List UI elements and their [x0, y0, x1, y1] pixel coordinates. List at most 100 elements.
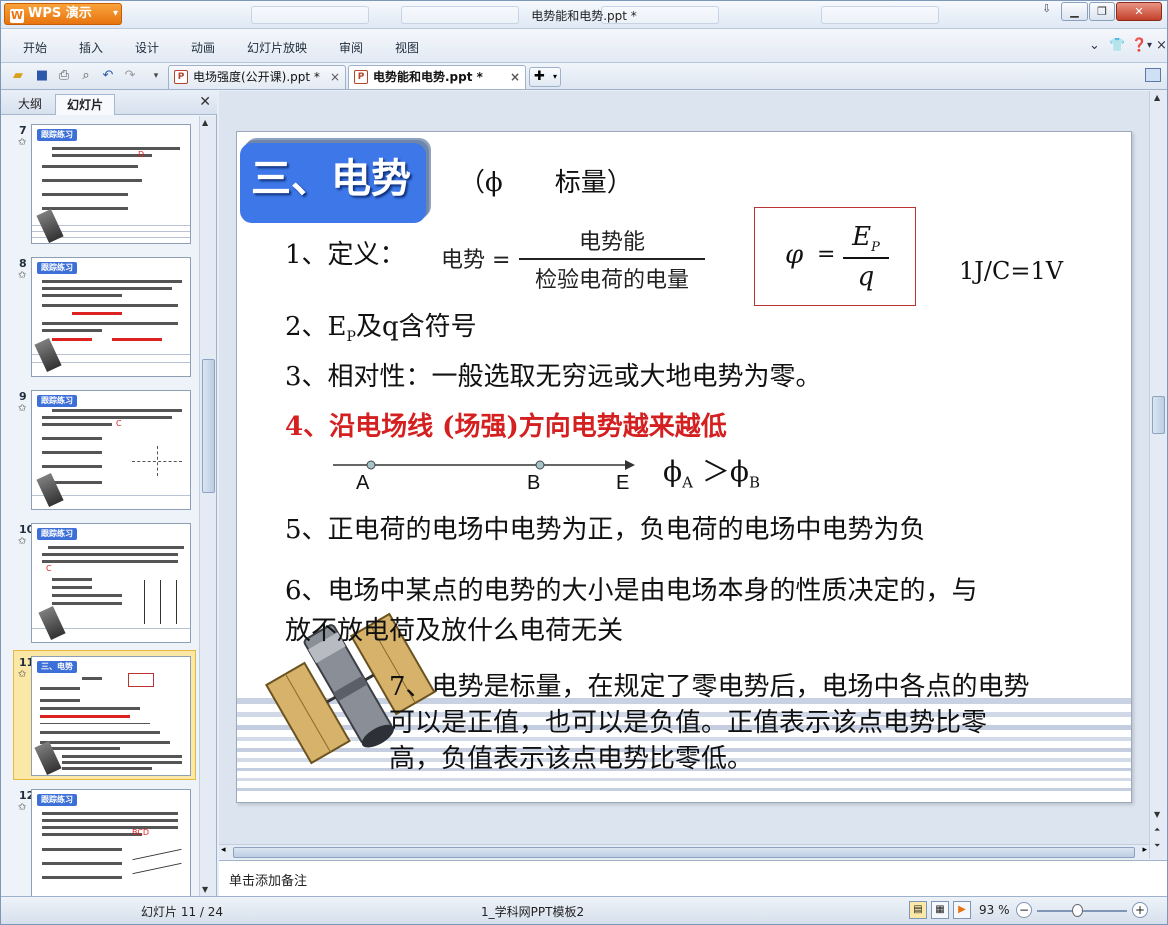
previous-slide-icon[interactable]: ⏶	[1154, 825, 1160, 835]
current-slide[interactable]: 三、电势 （ϕ 标量） 1、定义： 电势 = 电势能 检验电荷的电量 φ = E…	[236, 131, 1132, 803]
satellite-image	[38, 606, 66, 640]
text-line	[42, 165, 138, 168]
slide-thumbnail-row[interactable]: 9 ✩ 跟踪练习 C	[1, 382, 199, 514]
close-window-button[interactable]: ✕	[1116, 2, 1162, 21]
slide-thumbnail-row-selected[interactable]: 11 ✩ 三、电势	[1, 648, 199, 780]
tab-outline[interactable]: 大纲	[7, 94, 53, 115]
scrollbar-thumb[interactable]	[1152, 396, 1165, 434]
scrollbar-thumb[interactable]	[233, 847, 1135, 858]
thumbnail-answer: BCD	[132, 828, 150, 837]
menu-slideshow[interactable]: 幻灯片放映	[247, 39, 307, 56]
ribbon-close-icon[interactable]: ×	[1156, 38, 1167, 53]
menu-home[interactable]: 开始	[23, 39, 47, 56]
menu-animation[interactable]: 动画	[191, 39, 215, 56]
panel-strut	[326, 695, 337, 704]
slide-sorter-view-icon[interactable]: ▦	[931, 901, 949, 919]
phi-a: ϕ	[663, 455, 683, 488]
greater-than-phi: ＞ϕ	[692, 455, 749, 488]
zoom-slider-handle[interactable]	[1072, 904, 1083, 917]
help-icon[interactable]: ❓	[1131, 38, 1147, 53]
horizontal-scrollbar[interactable]: ◂ ▸	[219, 844, 1149, 859]
skin-shirt-icon[interactable]: 👕	[1109, 38, 1125, 53]
panel-tabs: 大纲 幻灯片 ✕	[1, 91, 217, 115]
undo-icon[interactable]: ↶	[99, 67, 117, 85]
slide-thumbnail[interactable]: 跟踪练习 C	[31, 523, 191, 643]
slide-thumbnail-row[interactable]: 7 ✩ 跟踪练习 D	[1, 116, 199, 248]
thumbnail-scrollbar[interactable]: ▲ ▼	[199, 116, 216, 896]
customize-toolbar-icon[interactable]: ▾	[147, 67, 165, 85]
slideshow-view-icon[interactable]: ▶	[953, 901, 971, 919]
scroll-right-icon[interactable]: ▸	[1142, 845, 1147, 855]
zoom-level[interactable]: 93 %	[979, 903, 1010, 917]
slide-thumbnail[interactable]: 跟踪练习 BCD	[31, 789, 191, 896]
slide-thumbnail[interactable]: 跟踪练习 D	[31, 124, 191, 244]
save-icon[interactable]: ■	[33, 67, 51, 85]
scrollbar-thumb[interactable]	[202, 359, 215, 493]
template-name: 1_学科网PPT模板2	[481, 905, 585, 919]
menu-view[interactable]: 视图	[395, 39, 419, 56]
satellite-image	[34, 338, 62, 372]
fraction-bar	[843, 257, 889, 259]
text-line	[42, 812, 178, 815]
pin-icon[interactable]: ⇩	[1042, 2, 1051, 15]
plus-icon: +	[1134, 903, 1146, 917]
maximize-button[interactable]: ❐	[1089, 2, 1115, 21]
menu-review[interactable]: 审阅	[339, 39, 363, 56]
print-preview-icon[interactable]: ⌕	[77, 67, 95, 85]
scroll-up-icon[interactable]: ▲	[1154, 93, 1160, 102]
phi-a-sub: A	[682, 473, 693, 492]
normal-view-icon[interactable]: ▤	[909, 901, 927, 919]
slide-thumbnail[interactable]: 跟踪练习	[31, 257, 191, 377]
zoom-out-button[interactable]: −	[1016, 902, 1032, 918]
new-tab-button[interactable]: ✚ ▾	[529, 67, 561, 87]
text-line	[42, 833, 142, 836]
text-line	[42, 207, 128, 210]
zoom-in-button[interactable]: +	[1132, 902, 1148, 918]
slide-thumbnail-current[interactable]: 三、电势	[31, 656, 191, 776]
redo-icon[interactable]: ↷	[121, 67, 139, 85]
tab-slides[interactable]: 幻灯片	[55, 94, 115, 115]
menu-design[interactable]: 设计	[135, 39, 159, 56]
item-4-field-line-rule: 4、沿电场线 (场强)方向电势越来越低	[285, 412, 727, 442]
diagram-line	[132, 848, 182, 861]
text-line	[42, 179, 142, 182]
slide-editing-area: 三、电势 （ϕ 标量） 1、定义： 电势 = 电势能 检验电荷的电量 φ = E…	[219, 91, 1149, 859]
scroll-up-icon[interactable]: ▲	[202, 118, 208, 127]
text-line	[42, 280, 182, 283]
item-5-sign-of-potential: 5、正电荷的电场中电势为正，负电荷的电场中电势为负	[285, 515, 926, 545]
close-tab-icon[interactable]: ×	[330, 66, 340, 88]
slide-thumbnail-row[interactable]: 8 ✩ 跟踪练习	[1, 249, 199, 381]
open-folder-icon[interactable]: ▰	[9, 67, 27, 85]
scroll-left-icon[interactable]: ◂	[221, 845, 226, 855]
window-layout-icon[interactable]	[1145, 68, 1161, 82]
text-line	[52, 409, 182, 412]
vertical-scrollbar[interactable]: ▲ ▼ ⏶ ⏷	[1149, 91, 1167, 859]
diagram-line	[132, 862, 182, 875]
item-7-line-2: 可以是正值，也可以是负值。正值表示该点电势比零	[389, 708, 988, 738]
slide-thumbnail-row[interactable]: 10 ✩ 跟踪练习 C	[1, 515, 199, 647]
scroll-down-icon[interactable]: ▼	[202, 885, 208, 894]
red-text-line	[40, 715, 130, 718]
close-icon: ✕	[1134, 5, 1144, 18]
slide-thumbnail[interactable]: 跟踪练习 C	[31, 390, 191, 510]
minimize-button[interactable]: ▁	[1061, 2, 1088, 21]
close-tab-icon[interactable]: ×	[510, 66, 520, 88]
print-icon[interactable]: ⎙	[55, 67, 73, 85]
text-line	[42, 423, 112, 426]
close-panel-icon[interactable]: ✕	[199, 94, 211, 110]
tab-label: 电势能和电势.ppt *	[373, 70, 483, 84]
collapse-ribbon-icon[interactable]: ⌄	[1089, 38, 1100, 53]
menu-insert[interactable]: 插入	[79, 39, 103, 56]
slide-thumbnail-row[interactable]: 12 ✩ 跟踪练习 BCD	[1, 781, 199, 896]
text-line	[42, 465, 102, 468]
scroll-down-icon[interactable]: ▼	[1154, 810, 1160, 819]
text-line	[42, 304, 178, 307]
help-dropdown-icon[interactable]: ▾	[1147, 40, 1152, 51]
tab-document-potential[interactable]: P 电势能和电势.ppt * ×	[348, 65, 526, 89]
animation-star-icon: ✩	[18, 536, 27, 547]
next-slide-icon[interactable]: ⏷	[1154, 841, 1160, 851]
arrow-head-icon	[625, 460, 635, 470]
tab-document-electric-field[interactable]: P 电场强度(公开课).ppt * ×	[168, 65, 346, 89]
notes-pane[interactable]: 单击添加备注	[219, 860, 1167, 896]
text-line	[42, 553, 178, 556]
